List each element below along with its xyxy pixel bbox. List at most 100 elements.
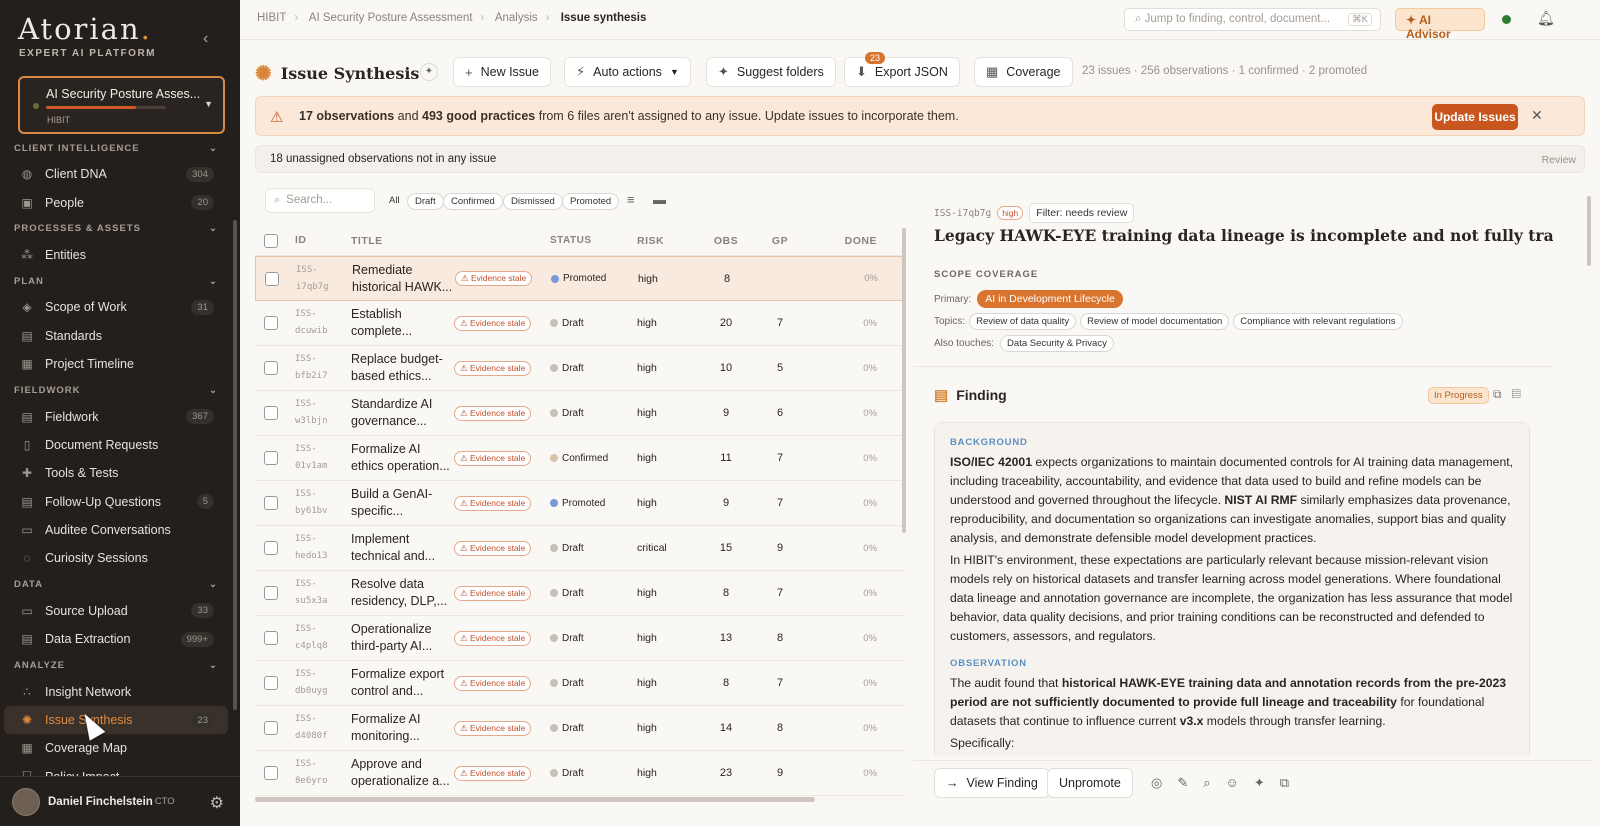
nav-section-header[interactable]: ANALYZE ⌄ (0, 653, 232, 677)
row-checkbox[interactable] (264, 586, 278, 600)
table-row[interactable]: ISS-by61bv Build a GenAI-specific... ⚠ Evi… (255, 481, 905, 526)
sidebar-item-standards[interactable]: ▤ Standards (4, 322, 228, 350)
filter-chip-all[interactable]: All (382, 193, 407, 210)
export-json-button[interactable]: ⬇ Export JSON (844, 57, 960, 87)
also-touches-pill[interactable]: Data Security & Privacy (1000, 335, 1114, 352)
close-icon[interactable]: ✕ (1531, 107, 1543, 124)
table-row[interactable]: ISS-bfb2i7 Replace budget-based ethics...… (255, 346, 905, 391)
header-gp[interactable]: GP (753, 235, 807, 247)
row-checkbox[interactable] (264, 406, 278, 420)
row-checkbox[interactable] (264, 541, 278, 555)
row-checkbox[interactable] (265, 271, 279, 286)
issue-title-cell[interactable]: Formalize AI monitoring... (351, 711, 452, 745)
row-checkbox[interactable] (264, 721, 278, 735)
nav-section-header[interactable]: CLIENT INTELLIGENCE ⌄ (0, 136, 232, 160)
bell-icon[interactable]: 🔔︎ (1537, 10, 1555, 27)
row-checkbox[interactable] (264, 316, 278, 330)
primary-scope-pill[interactable]: AI in Development Lifecycle (977, 290, 1123, 308)
status-badge[interactable]: In Progress (1428, 387, 1489, 404)
sidebar-item-curiosity-sessions[interactable]: ◌ Curiosity Sessions (4, 544, 228, 572)
filter-chip-confirmed[interactable]: Confirmed (443, 193, 503, 210)
sidebar-item-entities[interactable]: ⁂ Entities (4, 241, 228, 269)
ai-advisor-button[interactable]: ✦ AI Advisor (1395, 8, 1485, 41)
table-row[interactable]: ISS-i7qb7g Remediate historical HAWK... ⚠ … (255, 256, 905, 301)
header-title[interactable]: TITLE (351, 235, 550, 247)
sidebar-item-data-extraction[interactable]: ▤ Data Extraction 999+ (4, 625, 228, 653)
sidebar-item-client-dna[interactable]: ◍ Client DNA 304 (4, 160, 228, 188)
file-icon[interactable]: ▤ (1512, 387, 1531, 401)
folder-icon[interactable]: ▬ (653, 192, 666, 207)
sort-icon[interactable]: ≡ (627, 192, 635, 207)
target-icon[interactable]: ◎ (1151, 775, 1177, 790)
issue-title-cell[interactable]: Build a GenAI-specific... (351, 486, 452, 520)
row-checkbox[interactable] (264, 631, 278, 645)
nav-section-header[interactable]: DATA ⌄ (0, 573, 232, 597)
table-row[interactable]: ISS-hedo13 Implement technical and... ⚠ Ev… (255, 526, 905, 571)
sidebar-item-auditee-conversations[interactable]: ▭ Auditee Conversations (4, 516, 228, 544)
user-profile[interactable]: Daniel Finchelstein CTO ⚙ (0, 776, 240, 826)
row-checkbox[interactable] (264, 361, 278, 375)
gear-icon[interactable]: ⚙ (210, 793, 224, 813)
topic-pill[interactable]: Review of data quality (969, 313, 1077, 330)
jump-search-input[interactable]: ⌕ Jump to finding, control, document... … (1124, 8, 1381, 31)
sidebar-item-scope-of-work[interactable]: ◈ Scope of Work 31 (4, 293, 228, 321)
table-row[interactable]: ISS-su5x3a Resolve data residency, DLP,..… (255, 571, 905, 616)
issue-title-cell[interactable]: Resolve data residency, DLP,... (351, 576, 452, 610)
sidebar-item-follow-up-questions[interactable]: ▤ Follow-Up Questions 5 (4, 488, 228, 516)
topic-pill[interactable]: Review of model documentation (1080, 313, 1230, 330)
issue-title-cell[interactable]: Implement technical and... (351, 531, 452, 565)
filter-chip-promoted[interactable]: Promoted (562, 193, 620, 210)
robot-icon[interactable]: ☺ (1226, 775, 1254, 790)
wand-icon[interactable]: ✎ (1177, 775, 1203, 790)
filter-chip-dismissed[interactable]: Dismissed (503, 193, 563, 210)
table-row[interactable]: ISS-dcuwib Establish complete... ⚠ Evidenc… (255, 301, 905, 346)
sidebar-item-issue-synthesis[interactable]: ✺ Issue Synthesis 23 (4, 705, 228, 735)
issue-title-cell[interactable]: Standardize AI governance... (351, 396, 452, 430)
issue-title-cell[interactable]: Replace budget-based ethics... (351, 351, 452, 385)
filter-chip-draft[interactable]: Draft (407, 193, 444, 210)
collapse-sidebar-icon[interactable]: ‹ (203, 30, 208, 48)
project-selector[interactable]: AI Security Posture Asses... HIBIT ▼ (18, 76, 225, 134)
table-row[interactable]: ISS-w3lbjn Standardize AI governance... ⚠ … (255, 391, 905, 436)
ai-sparkle-button[interactable]: ✦ (420, 63, 438, 81)
copy-icon[interactable]: ⧉ (1493, 387, 1512, 401)
sidebar-item-document-requests[interactable]: ▯ Document Requests (4, 431, 228, 459)
sidebar-item-project-timeline[interactable]: ▦ Project Timeline (4, 350, 228, 378)
breadcrumb-item[interactable]: AI Security Posture Assessment (309, 12, 473, 24)
row-checkbox[interactable] (264, 451, 278, 465)
header-risk[interactable]: RISK (637, 235, 699, 247)
row-checkbox[interactable] (264, 766, 278, 780)
update-issues-button[interactable]: Update Issues (1432, 104, 1518, 130)
table-row[interactable]: ISS-db0uyg Formalize export control and..… (255, 661, 905, 706)
nav-section-header[interactable]: PROCESSES & ASSETS ⌄ (0, 217, 232, 241)
issue-title-cell[interactable]: Formalize AI ethics operation... (351, 441, 452, 475)
unpromote-button[interactable]: Unpromote (1047, 768, 1133, 798)
nav-section-header[interactable]: FIELDWORK ⌄ (0, 378, 232, 402)
detail-scrollbar[interactable] (1587, 196, 1591, 266)
sidebar-item-tools-tests[interactable]: ✚ Tools & Tests (4, 459, 228, 487)
sidebar-item-coverage-map[interactable]: ▦ Coverage Map (4, 734, 228, 762)
table-vertical-scrollbar[interactable] (902, 228, 906, 533)
filter-badge[interactable]: Filter: needs review (1029, 203, 1135, 223)
table-row[interactable]: ISS-d4080f Formalize AI monitoring... ⚠ Ev… (255, 706, 905, 751)
coverage-button[interactable]: ▦ Coverage (974, 57, 1073, 87)
nav-section-header[interactable]: PLAN ⌄ (0, 269, 232, 293)
issue-title-cell[interactable]: Establish complete... (351, 306, 452, 340)
row-checkbox[interactable] (264, 496, 278, 510)
header-status[interactable]: STATUS (550, 235, 637, 246)
issue-title-cell[interactable]: Formalize export control and... (351, 666, 452, 700)
issue-title-cell[interactable]: Remediate historical HAWK... (352, 262, 453, 296)
sidebar-item-insight-network[interactable]: ∴ Insight Network (4, 677, 228, 705)
sidebar-item-source-upload[interactable]: ▭ Source Upload 33 (4, 597, 228, 625)
sidebar-item-fieldwork[interactable]: ▤ Fieldwork 367 (4, 402, 228, 430)
sidebar-item-policy-impact[interactable]: ⛉Policy Impact (4, 763, 228, 776)
row-checkbox[interactable] (264, 676, 278, 690)
sparkle-icon[interactable]: ✦ (1254, 775, 1280, 790)
suggest-folders-button[interactable]: ✦ Suggest folders (706, 57, 836, 87)
table-row[interactable]: ISS-c4plq8 Operationalize third-party AI.… (255, 616, 905, 661)
topic-pill[interactable]: Compliance with relevant regulations (1233, 313, 1403, 330)
new-issue-button[interactable]: + New Issue (453, 57, 551, 87)
auto-actions-button[interactable]: ⚡︎ Auto actions ▼ (564, 57, 691, 87)
sidebar-item-people[interactable]: ▣ People 20 (4, 188, 228, 216)
table-row[interactable]: ISS- 01v1am Formalize AI ethics operation.… (255, 436, 905, 481)
